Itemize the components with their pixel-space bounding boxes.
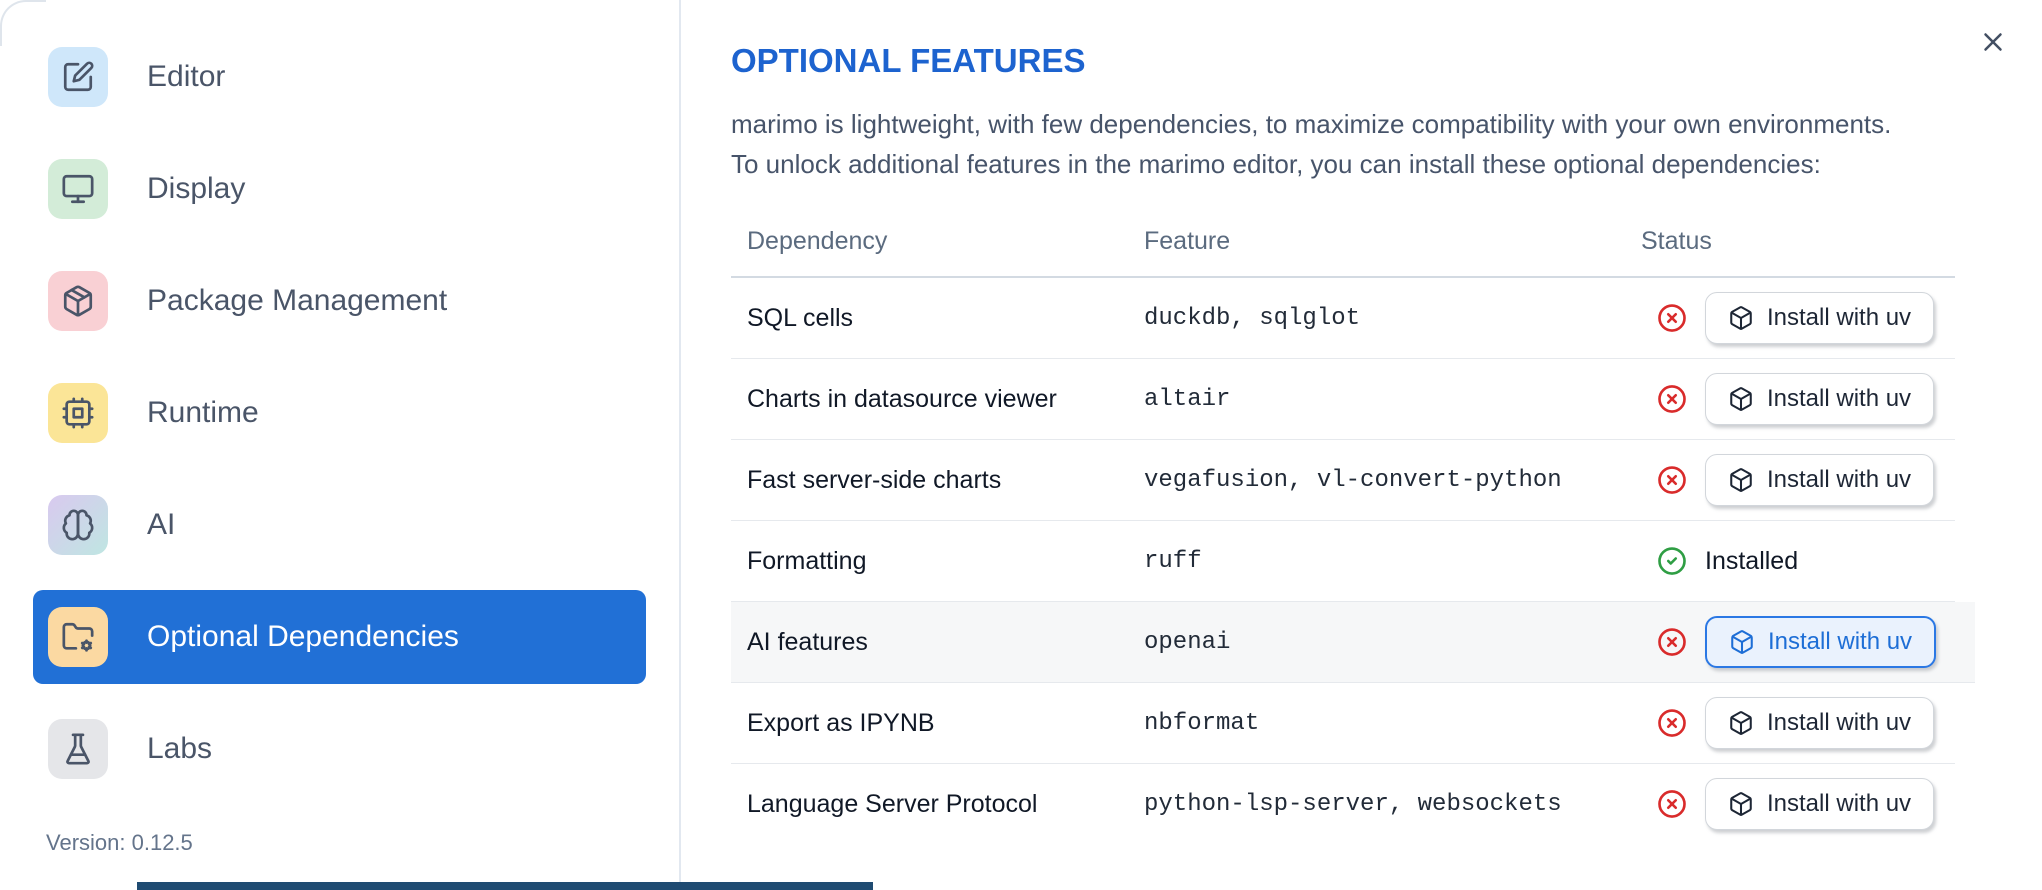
circle-x-icon: [1657, 708, 1687, 738]
x-icon: [1978, 27, 2008, 57]
sidebar-item-optional-dependencies[interactable]: Optional Dependencies: [33, 590, 646, 684]
dependency-cell: Charts in datasource viewer: [747, 384, 1057, 413]
status-cell: Install with uv: [1641, 373, 1955, 425]
table-row: Formatting ruff Installed: [731, 521, 1955, 602]
status-cell: Install with uv: [1641, 778, 1955, 830]
table-row: SQL cells duckdb, sqlglot Install with u…: [731, 278, 1955, 359]
feature-cell: python-lsp-server, websockets: [1144, 790, 1562, 818]
feature-cell: duckdb, sqlglot: [1144, 304, 1361, 332]
feature-cell: altair: [1144, 385, 1231, 413]
circle-check-icon: [1657, 546, 1687, 576]
panel-description: marimo is lightweight, with few dependen…: [731, 104, 2042, 184]
flask-icon: [48, 719, 108, 779]
dependency-cell: Fast server-side charts: [747, 465, 1002, 494]
table-body: SQL cells duckdb, sqlglot Install with u…: [731, 278, 1975, 844]
install-with-uv-button[interactable]: Install with uv: [1705, 454, 1935, 506]
edit-icon: [48, 47, 108, 107]
table-row: Fast server-side charts vegafusion, vl-c…: [731, 440, 1955, 521]
status-cell: Install with uv: [1641, 616, 1975, 668]
install-with-uv-button[interactable]: Install with uv: [1705, 292, 1935, 344]
monitor-icon: [48, 159, 108, 219]
status-cell: Installed: [1641, 546, 1955, 576]
description-line: marimo is lightweight, with few dependen…: [731, 109, 1892, 139]
table-header-row: Dependency Feature Status: [731, 206, 1955, 278]
close-button[interactable]: [1976, 26, 2010, 60]
table-row: Charts in datasource viewer altair Insta…: [731, 359, 1955, 440]
circle-x-icon: [1657, 303, 1687, 333]
column-header-status: Status: [1641, 226, 1712, 255]
feature-cell: nbformat: [1144, 709, 1260, 737]
sidebar-item-labs[interactable]: Labs: [33, 702, 646, 796]
install-with-uv-button[interactable]: Install with uv: [1705, 373, 1935, 425]
install-with-uv-button[interactable]: Install with uv: [1705, 616, 1937, 668]
box-icon: [1728, 386, 1754, 412]
box-icon: [1728, 467, 1754, 493]
installed-status-label: Installed: [1705, 546, 1799, 575]
status-cell: Install with uv: [1641, 697, 1955, 749]
dependencies-table: Dependency Feature Status SQL cells duck…: [731, 206, 1975, 844]
install-with-uv-button[interactable]: Install with uv: [1705, 697, 1935, 749]
box-icon: [1729, 629, 1755, 655]
description-line: To unlock additional features in the mar…: [731, 149, 1821, 179]
page-title: OPTIONAL FEATURES: [731, 42, 1086, 79]
feature-cell: ruff: [1144, 547, 1202, 575]
install-with-uv-button[interactable]: Install with uv: [1705, 778, 1935, 830]
status-cell: Install with uv: [1641, 454, 1955, 506]
circle-x-icon: [1657, 627, 1687, 657]
feature-cell: vegafusion, vl-convert-python: [1144, 466, 1562, 494]
box-icon: [1728, 710, 1754, 736]
background-app-strip: [137, 882, 873, 890]
circle-x-icon: [1657, 465, 1687, 495]
column-header-feature: Feature: [1144, 226, 1231, 255]
box-icon: [1728, 791, 1754, 817]
dependency-cell: AI features: [747, 627, 868, 656]
table-row: Language Server Protocol python-lsp-serv…: [731, 764, 1955, 844]
sidebar-nav: Editor Display Package Management Runtim…: [0, 0, 679, 796]
dependency-cell: Language Server Protocol: [747, 789, 1038, 818]
status-cell: Install with uv: [1641, 292, 1955, 344]
sidebar-item-package-management[interactable]: Package Management: [33, 254, 646, 348]
sidebar-item-editor[interactable]: Editor: [33, 30, 646, 124]
optional-features-panel: OPTIONAL FEATURES marimo is lightweight,…: [681, 0, 2042, 890]
sidebar-item-runtime[interactable]: Runtime: [33, 366, 646, 460]
box-icon: [1728, 305, 1754, 331]
table-row: AI features openai Install with uv: [731, 602, 1975, 683]
cpu-icon: [48, 383, 108, 443]
version-label: Version: 0.12.5: [46, 830, 193, 855]
dependency-cell: SQL cells: [747, 303, 854, 332]
column-header-dependency: Dependency: [747, 226, 888, 255]
table-row: Export as IPYNB nbformat Install with uv: [731, 683, 1955, 764]
sidebar: Editor Display Package Management Runtim…: [0, 0, 681, 890]
dependency-cell: Formatting: [747, 546, 867, 575]
brain-icon: [48, 495, 108, 555]
folder-cog-icon: [48, 607, 108, 667]
circle-x-icon: [1657, 384, 1687, 414]
settings-dialog: Editor Display Package Management Runtim…: [0, 0, 2042, 890]
package-icon: [48, 271, 108, 331]
sidebar-item-display[interactable]: Display: [33, 142, 646, 236]
circle-x-icon: [1657, 789, 1687, 819]
feature-cell: openai: [1144, 628, 1231, 656]
sidebar-item-ai[interactable]: AI: [33, 478, 646, 572]
dependency-cell: Export as IPYNB: [747, 708, 935, 737]
